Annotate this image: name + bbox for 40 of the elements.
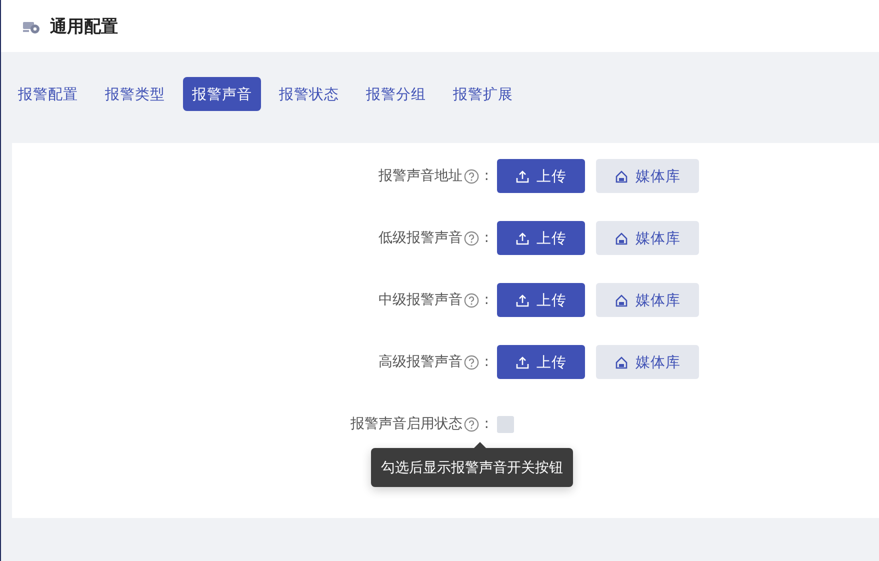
colon: :: [484, 416, 489, 432]
tab[interactable]: 报警声音: [183, 77, 261, 111]
help-icon[interactable]: [464, 292, 480, 308]
page-title: 通用配置: [50, 16, 118, 38]
tab[interactable]: 报警配置: [9, 77, 87, 111]
help-icon[interactable]: [464, 168, 480, 184]
field-label: 高级报警声音: [378, 353, 462, 371]
media-library-button[interactable]: 媒体库: [596, 221, 699, 255]
media-library-button[interactable]: 媒体库: [596, 345, 699, 379]
media-library-button[interactable]: 媒体库: [596, 283, 699, 317]
tab[interactable]: 报警扩展: [444, 77, 522, 111]
upload-button[interactable]: 上传: [497, 345, 585, 379]
house-icon: [614, 232, 628, 244]
tooltip: 勾选后显示报警声音开关按钮: [371, 442, 573, 487]
upload-icon: [516, 294, 528, 306]
help-icon[interactable]: [464, 416, 480, 432]
field-label: 报警声音地址: [378, 167, 462, 185]
house-icon: [614, 294, 628, 306]
tab[interactable]: 报警分组: [357, 77, 435, 111]
help-icon[interactable]: [464, 230, 480, 246]
tab[interactable]: 报警类型: [96, 77, 174, 111]
colon: :: [484, 292, 489, 308]
checkbox[interactable]: [497, 416, 514, 432]
media-library-button[interactable]: 媒体库: [596, 159, 699, 193]
house-icon: [614, 170, 628, 182]
house-icon: [614, 356, 628, 368]
colon: :: [484, 230, 489, 246]
field-label: 中级报警声音: [378, 291, 462, 309]
colon: :: [484, 354, 489, 370]
upload-icon: [516, 170, 528, 182]
tab[interactable]: 报警状态: [270, 77, 348, 111]
help-icon[interactable]: [464, 354, 480, 370]
upload-button[interactable]: 上传: [497, 221, 585, 255]
field-label: 低级报警声音: [378, 229, 462, 247]
field-label: 报警声音启用状态: [350, 415, 462, 433]
upload-button[interactable]: 上传: [497, 159, 585, 193]
upload-icon: [516, 356, 528, 368]
colon: :: [484, 168, 489, 184]
upload-button[interactable]: 上传: [497, 283, 585, 317]
upload-icon: [516, 232, 528, 244]
